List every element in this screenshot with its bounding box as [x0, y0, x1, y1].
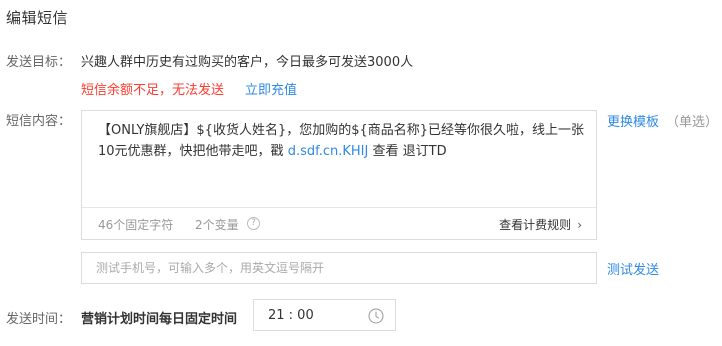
fixed-char-count: 46个固定字符 — [98, 218, 174, 232]
single-select-hint: （单选） — [666, 115, 719, 130]
test-phone-input[interactable] — [81, 252, 597, 284]
sms-message-tail: 查看 退订TD — [372, 144, 447, 159]
change-template-link[interactable]: 更换模板 — [607, 111, 659, 130]
recharge-link[interactable]: 立即充值 — [245, 79, 297, 98]
page-title: 编辑短信 — [6, 9, 69, 27]
send-time-label: 发送时间： — [6, 312, 72, 327]
clock-icon — [368, 308, 384, 324]
sms-content-box[interactable]: 【ONLY旗舰店】${收货人姓名}，您加购的${商品名称}已经等你很久啦，线上一… — [81, 110, 597, 240]
test-send-link[interactable]: 测试发送 — [607, 259, 659, 278]
send-target-text: 兴趣人群中历史有过购买的客户，今日最多可发送3000人 — [81, 55, 414, 70]
balance-warning: 短信余额不足，无法发送 — [81, 83, 225, 98]
billing-rules-link[interactable]: 查看计费规则 › — [499, 216, 582, 233]
chevron-right-icon: › — [577, 218, 582, 232]
send-target-label: 发送目标： — [6, 55, 72, 70]
billing-rules-label: 查看计费规则 — [499, 218, 572, 232]
time-picker[interactable]: 21 : 00 — [253, 299, 396, 331]
sms-content-footer: 46个固定字符 2个变量 ? 查看计费规则 › — [82, 207, 596, 239]
help-circle-icon[interactable]: ? — [247, 217, 260, 230]
sms-short-link: d.sdf.cn.KHIJ — [287, 144, 369, 159]
sms-message-text: 【ONLY旗舰店】${收货人姓名}，您加购的${商品名称}已经等你很久啦，线上一… — [98, 120, 586, 162]
send-time-description: 营销计划时间每日固定时间 — [81, 312, 238, 327]
variable-count: 2个变量 — [195, 218, 239, 232]
time-value: 21 : 00 — [268, 308, 314, 323]
sms-content-label: 短信内容： — [6, 114, 72, 129]
